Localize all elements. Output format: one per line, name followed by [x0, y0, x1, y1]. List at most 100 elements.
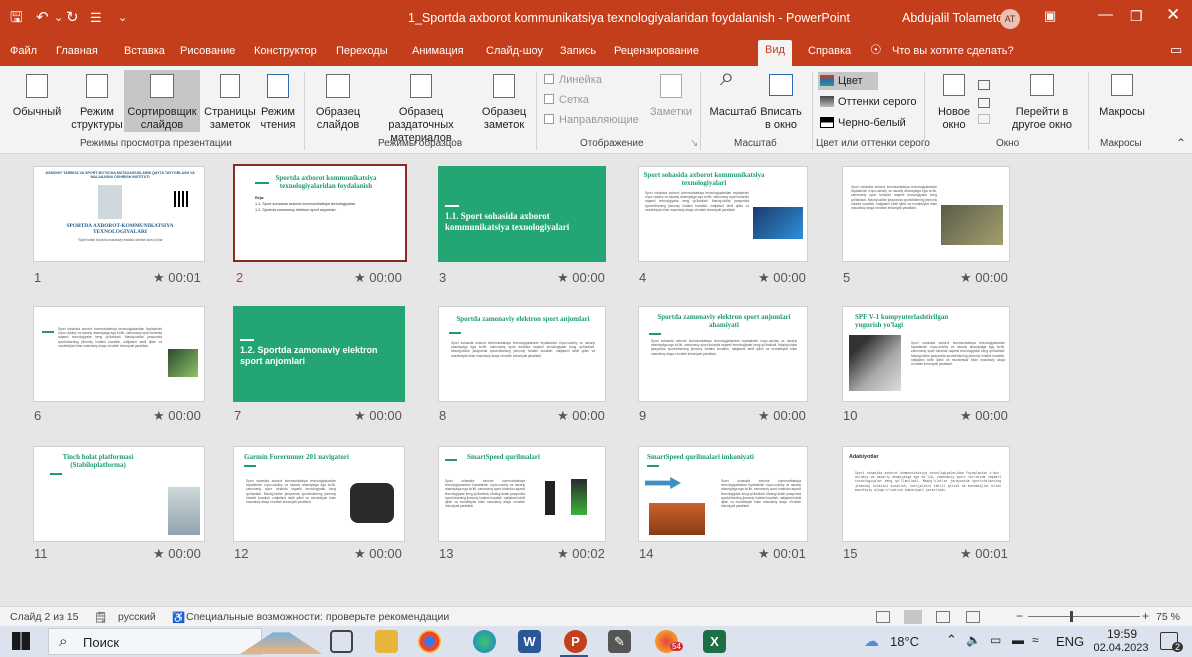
move-split-icon[interactable] [978, 114, 990, 124]
slide-thumbnail[interactable]: Tinch holat platformasi (Stabiloplatform… [33, 446, 205, 542]
comments-icon[interactable]: ▭ [1170, 42, 1182, 58]
ruler-checkbox[interactable]: Линейка [544, 74, 602, 86]
new-window-button[interactable]: Новое окно [932, 70, 976, 132]
meet-icon[interactable]: ▭ [990, 633, 1001, 647]
tab-help[interactable]: Справка [808, 45, 851, 57]
handout-master-button[interactable]: Образец раздаточных материалов [366, 70, 476, 144]
reading-view-status-icon[interactable] [936, 611, 950, 623]
grid-checkbox[interactable]: Сетка [544, 94, 589, 106]
notes-button[interactable]: Заметки [646, 70, 696, 132]
guides-checkbox[interactable]: Направляющие [544, 114, 639, 126]
word-icon[interactable]: W [518, 630, 541, 653]
slide-sorter-status-icon[interactable] [904, 610, 922, 624]
user-name[interactable]: Abdujalil Tolametov [902, 11, 1009, 25]
avatar[interactable]: AT [1000, 9, 1020, 29]
task-view-icon[interactable] [330, 630, 353, 653]
macros-button[interactable]: Макросы [1094, 70, 1150, 132]
slide-thumbnail[interactable]: Garmin Forerunner 201 navigatori Sport s… [233, 446, 405, 542]
tell-me-search[interactable]: Что вы хотите сделать? [892, 45, 1014, 57]
accessibility-status[interactable]: Специальные возможности: проверьте реком… [186, 611, 449, 623]
collapse-ribbon-icon[interactable]: ⌃ [1176, 136, 1186, 150]
black-white-button[interactable]: Черно-белый [818, 114, 912, 132]
normal-view-status-icon[interactable] [876, 611, 890, 623]
paint-icon[interactable]: ✎ [608, 630, 631, 653]
speaker-icon[interactable]: 🔈 [966, 633, 981, 647]
present-icon[interactable]: ☰ [90, 9, 102, 27]
clock-time[interactable]: 19:59 [1100, 627, 1144, 641]
grayscale-button[interactable]: Оттенки серого [818, 93, 922, 111]
tab-design[interactable]: Конструктор [254, 45, 317, 57]
redo-icon[interactable]: ↻ [66, 9, 79, 27]
ribbon-display-icon[interactable]: ▣ [1044, 8, 1056, 24]
zoom-slider[interactable] [1028, 616, 1140, 617]
normal-view-button[interactable]: Обычный [4, 70, 70, 132]
show-dialog-launcher-icon[interactable]: ↘ [690, 138, 698, 149]
undo-dropdown-icon[interactable]: ⌄ [54, 9, 63, 27]
tab-insert[interactable]: Вставка [124, 45, 165, 57]
zoom-level[interactable]: 75 % [1156, 611, 1180, 623]
guides-checkbox-box[interactable] [544, 114, 554, 124]
powerpoint-icon[interactable]: P [564, 630, 587, 653]
slide-thumbnail[interactable]: Sport sohasida axborot kommunikatsiya te… [842, 166, 1010, 262]
wifi-icon[interactable]: ≈ [1032, 633, 1039, 647]
chevron-up-icon[interactable]: ⌃ [946, 632, 957, 648]
slide-thumbnail[interactable]: SmartSpeed qurilmalari Sport sohasida ax… [438, 446, 606, 542]
slide-thumbnail[interactable]: Sportda zamonaviy elektron sport anjomla… [438, 306, 606, 402]
slide-thumbnail[interactable]: Sport sohasida axborot kommunikatsiya te… [33, 306, 205, 402]
tab-slideshow[interactable]: Слайд-шоу [486, 45, 543, 57]
minimize-icon[interactable]: — [1098, 6, 1113, 23]
restore-icon[interactable]: ❐ [1130, 8, 1143, 25]
fit-to-window-button[interactable]: Вписать в окно [760, 70, 802, 132]
file-explorer-icon[interactable] [375, 630, 398, 653]
zoom-button[interactable]: ⌕ Масштаб [706, 63, 760, 132]
close-icon[interactable]: ✕ [1166, 5, 1180, 25]
color-button[interactable]: Цвет [818, 72, 878, 90]
cascade-icon[interactable] [978, 98, 990, 108]
outline-view-button[interactable]: Режим структуры [70, 70, 124, 132]
spell-check-icon[interactable]: 🗒 [94, 611, 107, 624]
excel-icon[interactable]: X [703, 630, 726, 653]
tab-file[interactable]: Файл [10, 45, 37, 57]
battery-icon[interactable]: ▬ [1012, 633, 1024, 647]
zoom-in-button[interactable]: + [1142, 609, 1149, 623]
grid-checkbox-box[interactable] [544, 94, 554, 104]
tab-transitions[interactable]: Переходы [336, 45, 388, 57]
language-indicator[interactable]: русский [118, 611, 156, 623]
chrome-icon[interactable] [418, 630, 441, 653]
slide-thumbnail[interactable]: SmartSpeed qurilmalari imkoniyati Sport … [638, 446, 808, 542]
zoom-out-button[interactable]: − [1016, 609, 1023, 623]
slide-thumbnail[interactable]: 1.2. Sportda zamonaviy elektron sport an… [233, 306, 405, 402]
slide-thumbnail[interactable]: SPF V-1 kompyuterlashtirilgan yugurish y… [842, 306, 1010, 402]
tab-review[interactable]: Рецензирование [614, 45, 699, 57]
slide-thumbnail[interactable]: 1.1. Sport sohasida axborot kommunikatsi… [438, 166, 606, 262]
reading-view-button[interactable]: Режим чтения [258, 70, 298, 132]
tab-draw[interactable]: Рисование [180, 45, 235, 57]
windows-start-icon[interactable] [12, 632, 30, 650]
save-icon[interactable]: 🖫 [10, 9, 23, 27]
taskbar-search[interactable]: ⌕ Поиск [48, 628, 262, 655]
tab-view[interactable]: Вид [758, 40, 792, 66]
switch-window-button[interactable]: Перейти в другое окно [1000, 70, 1084, 132]
weather-icon[interactable]: ☁ [864, 632, 879, 650]
clock-date[interactable]: 02.04.2023 [1090, 642, 1152, 654]
slide-thumbnail[interactable]: Adabiyotlar Sport sohasida axborot kommu… [842, 446, 1010, 542]
accessibility-icon[interactable]: ♿ [172, 611, 185, 624]
customize-qa-icon[interactable]: ⌄ [118, 9, 127, 27]
input-language[interactable]: ENG [1056, 634, 1084, 649]
slide-thumbnail[interactable]: Sport sohasida axborot kommunikatsiya te… [638, 166, 808, 262]
arrange-all-icon[interactable] [978, 80, 990, 90]
slide-thumbnail[interactable]: JISMONIY TARBIYA VA SPORT BO'YICHA MUTAX… [33, 166, 205, 262]
tab-record[interactable]: Запись [560, 45, 596, 57]
slide-thumbnail[interactable]: Sportda zamonaviy elektron sport anjomla… [638, 306, 808, 402]
notes-master-button[interactable]: Образец заметок [476, 70, 532, 132]
slide-master-button[interactable]: Образец слайдов [310, 70, 366, 132]
ruler-checkbox-box[interactable] [544, 74, 554, 84]
undo-icon[interactable]: ↶ [36, 9, 49, 27]
notes-page-button[interactable]: Страницы заметок [202, 70, 258, 132]
zoom-slider-thumb[interactable] [1070, 611, 1073, 622]
edge-icon[interactable] [473, 630, 496, 653]
tab-animations[interactable]: Анимация [412, 45, 464, 57]
slideshow-status-icon[interactable] [966, 611, 980, 623]
tab-home[interactable]: Главная [56, 45, 98, 57]
slide-thumbnail[interactable]: Sportda axborot kommunikatsiya texnologi… [233, 164, 407, 262]
